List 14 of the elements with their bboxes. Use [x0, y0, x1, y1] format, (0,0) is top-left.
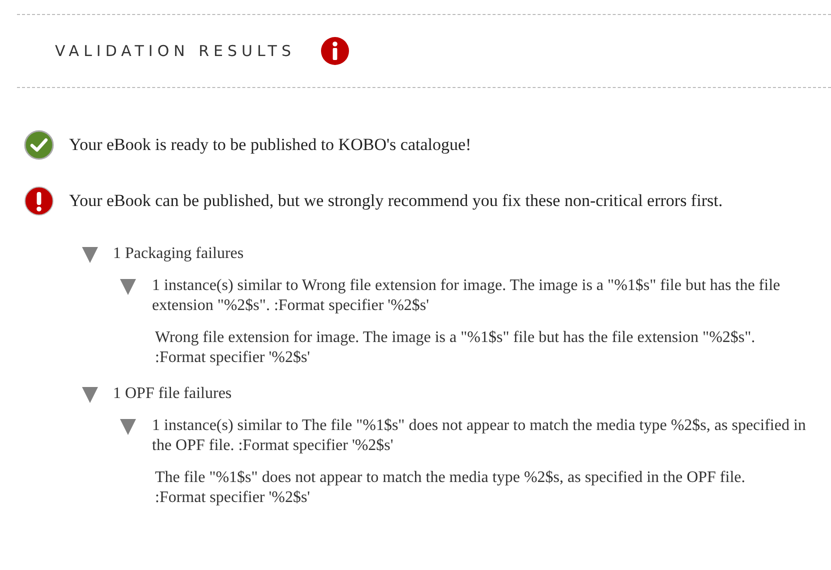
status-message: Your eBook is ready to be published to KOBO's catalogue! [69, 134, 472, 156]
failure-summary: 1 instance(s) similar to Wrong file extension for image. The image is a "%1$s" file but has the file extension "%2$s". :Format specifier '%2$s' [152, 276, 782, 316]
expanded-triangle-icon[interactable] [120, 419, 136, 435]
failure-summary: 1 instance(s) similar to The file "%1$s" does not appear to match the media type %2$s, as specified in the OPF file. :Format specifier '%2$s' [152, 416, 807, 456]
section-title: VALIDATION RESULTS [55, 40, 296, 62]
expanded-triangle-icon[interactable] [82, 387, 98, 403]
failure-detail: Wrong file extension for image. The image is a "%1$s" file but has the file extension "%2$s". :Format specifier '%2$s' [154, 328, 756, 368]
expanded-triangle-icon[interactable] [82, 247, 98, 263]
expanded-triangle-icon[interactable] [120, 279, 136, 295]
failure-detail: The file "%1$s" does not appear to match the media type %2$s, as specified in the OPF file. :Format specifier '%2$s' [154, 468, 746, 508]
group-label: 1 OPF file failures [113, 384, 232, 404]
status-message: Your eBook can be published, but we strongly recommend you fix these non-critical errors first. [69, 190, 723, 212]
info-icon [320, 36, 350, 66]
group-label: 1 Packaging failures [113, 244, 244, 264]
